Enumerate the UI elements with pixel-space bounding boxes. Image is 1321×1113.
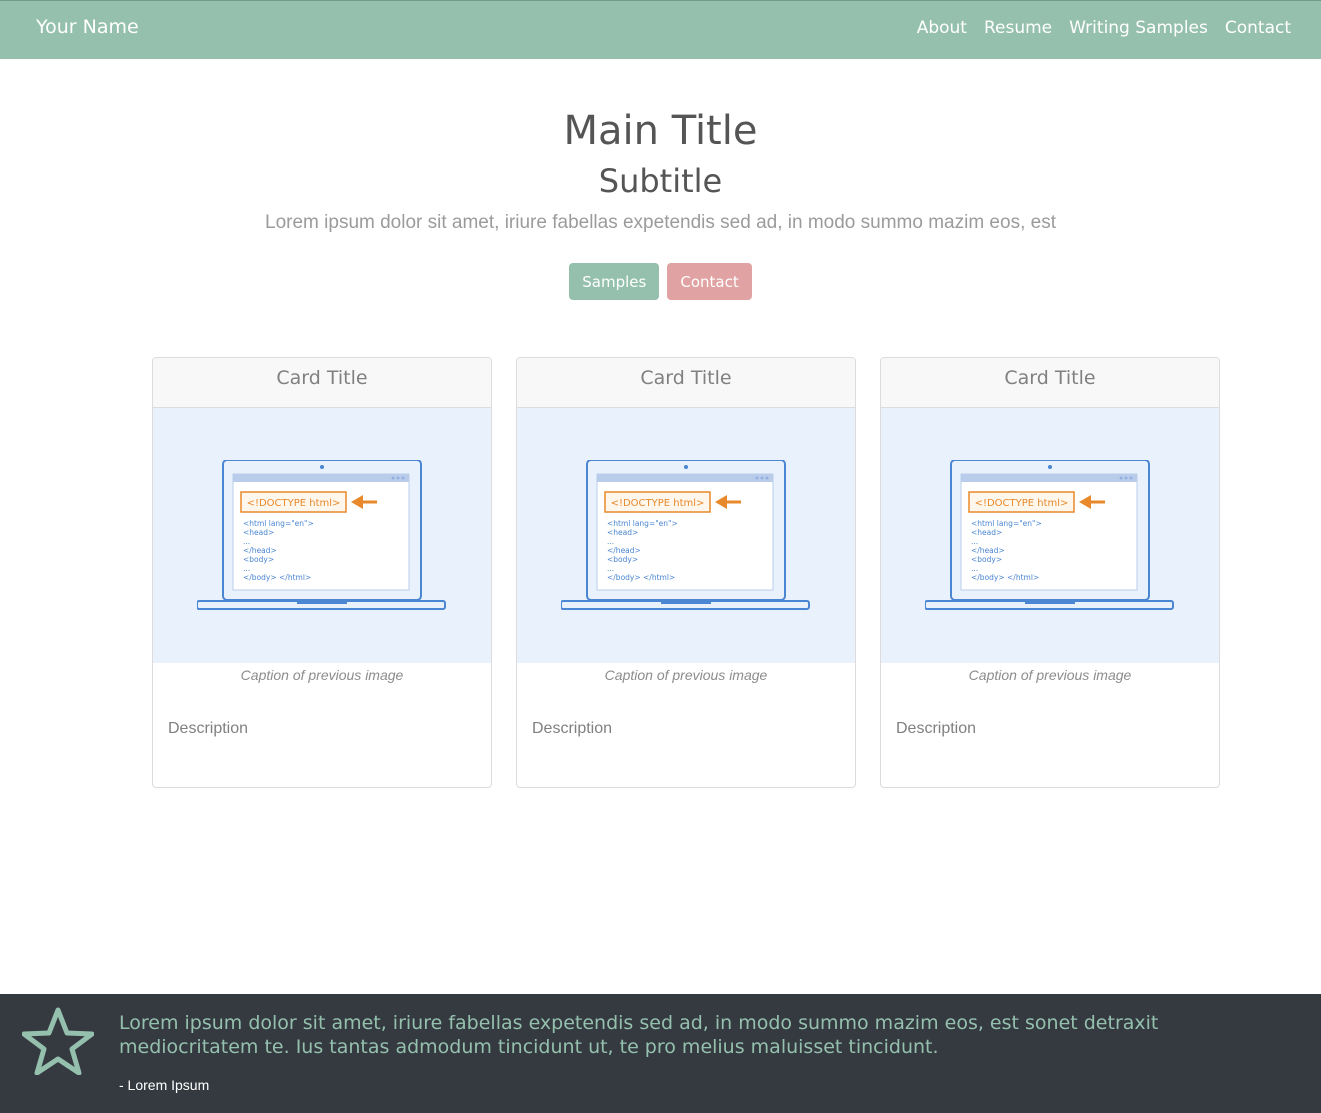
card-caption: Caption of previous image — [604, 667, 768, 683]
code-line: <html lang="en"> — [243, 519, 314, 528]
doctype-label: <!DOCTYPE html> — [611, 498, 705, 509]
card: Card Title <!DOCTYPE html> <html lang="en… — [516, 357, 856, 788]
card-caption: Caption of previous image — [968, 667, 1132, 683]
code-line: <html lang="en"> — [607, 519, 678, 528]
hero-buttons: Samples Contact — [0, 263, 1321, 300]
card-image: <!DOCTYPE html> <html lang="en"> <head>...… — [517, 408, 855, 663]
card-title: Card Title — [517, 358, 855, 408]
footer-author: - Lorem Ipsum — [119, 1077, 210, 1093]
star-icon — [21, 1007, 95, 1080]
navbar: Your Name About Resume Writing Samples C… — [0, 0, 1321, 59]
subtitle: Subtitle — [598, 162, 723, 200]
code-line: </head> — [971, 546, 1005, 555]
footer-quote: Lorem ipsum dolor sit amet, iriure fabel… — [119, 1012, 1159, 1058]
hero-lead: Lorem ipsum dolor sit amet, iriure fabel… — [265, 212, 1056, 233]
code-line: <html lang="en"> — [971, 519, 1042, 528]
nav-link-contact[interactable]: Contact — [1225, 18, 1291, 38]
doctype-label: <!DOCTYPE html> — [975, 498, 1069, 509]
hero: Main Title Subtitle Lorem ipsum dolor si… — [0, 100, 1321, 234]
footer: Lorem ipsum dolor sit amet, iriure fabel… — [0, 994, 1321, 1113]
card-description: Description — [896, 720, 977, 737]
code-line: <body> — [971, 555, 1002, 564]
laptop-html-illustration: <!DOCTYPE html> <html lang="en"><head>...… — [197, 459, 446, 610]
laptop-html-illustration: <!DOCTYPE html> <html lang="en"><head>...… — [925, 459, 1174, 610]
card-list: Card Title <!DOCTYPE html> <html lang="en… — [152, 357, 1220, 788]
card-image: <!DOCTYPE html> <html lang="en"> <head>...… — [881, 408, 1219, 663]
nav-link-resume[interactable]: Resume — [984, 18, 1052, 38]
code-line: </head> — [243, 546, 277, 555]
samples-button[interactable]: Samples — [569, 263, 660, 300]
code-line: ... — [607, 564, 614, 573]
card-title: Card Title — [881, 358, 1219, 408]
card: Card Title <!DOCTYPE html> <html lang="en… — [880, 357, 1220, 788]
laptop-html-illustration: <!DOCTYPE html> <html lang="en"><head>...… — [561, 459, 810, 610]
code-line: </body> </html> — [607, 573, 675, 582]
nav-link-writing-samples[interactable]: Writing Samples — [1069, 18, 1208, 38]
code-line: ... — [971, 537, 978, 546]
code-line: <head> — [607, 528, 638, 537]
code-line: </body> </html> — [971, 573, 1039, 582]
code-line: ... — [243, 564, 250, 573]
card-title: Card Title — [153, 358, 491, 408]
code-line: ... — [243, 537, 250, 546]
main-title: Main Title — [563, 108, 758, 154]
code-line: </head> — [607, 546, 641, 555]
code-line: <head> — [971, 528, 1002, 537]
code-line: ... — [971, 564, 978, 573]
doctype-label: <!DOCTYPE html> — [247, 498, 341, 509]
card-description: Description — [168, 720, 249, 737]
contact-button[interactable]: Contact — [667, 263, 752, 300]
code-line: <body> — [607, 555, 638, 564]
card-description: Description — [532, 720, 613, 737]
nav-links: About Resume Writing Samples Contact — [917, 18, 1291, 38]
code-line: <head> — [243, 528, 274, 537]
card-caption: Caption of previous image — [240, 667, 404, 683]
code-line: </body> </html> — [243, 573, 311, 582]
card-image: <!DOCTYPE html> <html lang="en"> <head>...… — [153, 408, 491, 663]
brand-link[interactable]: Your Name — [36, 16, 139, 38]
code-line: <body> — [243, 555, 274, 564]
code-line: ... — [607, 537, 614, 546]
nav-link-about[interactable]: About — [917, 18, 967, 38]
card: Card Title <!DOCTYPE html> <html lang="en… — [152, 357, 492, 788]
